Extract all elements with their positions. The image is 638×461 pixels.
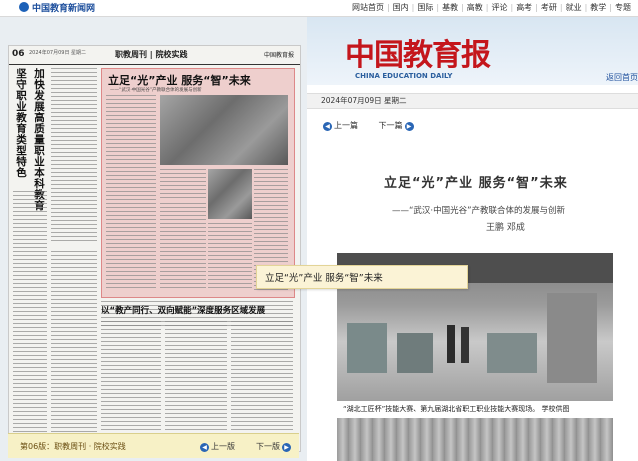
page-date: 2024年07月09日 星期二 <box>29 50 87 56</box>
banner-shape <box>547 293 597 383</box>
arrow-right-icon: ▶ <box>404 122 414 131</box>
nav-item[interactable]: 国内 <box>390 3 412 12</box>
page-footer: 第06版：职教周刊 · 院校实践 ◀ 上一版 下一版 ▶ <box>8 433 299 458</box>
article-photo <box>160 95 288 165</box>
article-text-block[interactable] <box>231 321 293 446</box>
nav-item[interactable]: 评论 <box>488 3 510 12</box>
next-page-button[interactable]: 下一版 ▶ <box>256 441 293 452</box>
page-column: 职教周刊 | 院校实践 <box>115 50 188 59</box>
article-photo-2 <box>208 169 252 219</box>
photo-caption: “湖北工匠杯”技能大赛、第九届湖北省职工职业技能大赛现场。 学校供图 <box>343 405 570 413</box>
masthead-title: 中国教育报 <box>345 38 491 73</box>
top-nav: 网站首页 | 国内 | 国际 | 基教 | 高教 | 评论 | 高考 | 考研 | 就业 | 教学 | 专题 <box>349 2 634 13</box>
article-text-block[interactable] <box>51 251 97 441</box>
article-text-block <box>208 223 252 291</box>
newspaper-page[interactable]: 06 2024年07月09日 星期二 职教周刊 | 院校实践 中国教育报 加快发… <box>8 45 301 452</box>
next-article-label: 下一篇 <box>378 121 403 130</box>
vertical-title-1[interactable]: 加快发展高质量职业本科教育 <box>33 68 45 211</box>
nav-item[interactable]: 高考 <box>513 3 535 12</box>
workstation-shape <box>487 333 537 373</box>
page-header: 06 2024年07月09日 星期二 职教周刊 | 院校实践 中国教育报 <box>9 46 300 65</box>
site-logo[interactable]: 中国教育新闻网 <box>19 1 95 14</box>
article-text-block[interactable] <box>13 191 47 441</box>
article-text-block <box>106 95 156 291</box>
highlighted-headline: 立足“光”产业 服务“智”未来 <box>108 74 251 87</box>
masthead-english: CHINA EDUCATION DAILY <box>355 72 453 80</box>
hover-tooltip: 立足“光”产业 服务“智”未来 <box>256 265 468 289</box>
article-text-block <box>160 203 206 291</box>
article-subtitle: ——“武汉·中国光谷”产教联合体的发展与创新 <box>392 206 566 216</box>
nav-item[interactable]: 就业 <box>563 3 585 12</box>
highlighted-article[interactable]: 立足“光”产业 服务“智”未来 ——“武汉·中国光谷”产教联合体的发展与创新 <box>101 68 295 298</box>
highlighted-subheadline: ——“武汉·中国光谷”产教联合体的发展与创新 <box>110 88 202 93</box>
person-shape <box>447 325 455 363</box>
article-text-block[interactable] <box>51 68 97 243</box>
workstation-shape <box>347 323 387 373</box>
issue-date: 2024年07月09日 星期二 <box>321 96 407 105</box>
page-number: 06 <box>12 49 25 59</box>
article-nav: ◀ 上一篇 下一篇 ▶ <box>321 120 416 131</box>
nav-item[interactable]: 高教 <box>464 3 486 12</box>
nav-item[interactable]: 国际 <box>414 3 436 12</box>
nav-item[interactable]: 教学 <box>587 3 609 12</box>
workstation-shape <box>397 333 433 373</box>
top-bar: 中国教育新闻网 网站首页 | 国内 | 国际 | 基教 | 高教 | 评论 | 高考 | 考研 | 就业 | 教学 |… <box>0 0 638 17</box>
arrow-left-icon: ◀ <box>200 443 209 452</box>
next-article-button[interactable]: 下一篇 ▶ <box>378 121 416 131</box>
article-title: 立足“光”产业 服务“智”未来 <box>384 176 568 191</box>
page-masthead: 中国教育报 <box>263 52 294 59</box>
arrow-left-icon: ◀ <box>323 122 332 131</box>
site-logo-text: 中国教育新闻网 <box>32 4 96 14</box>
next-page-label: 下一版 <box>256 442 280 451</box>
prev-article-button[interactable]: ◀ 上一篇 <box>321 121 358 131</box>
article-text-block[interactable] <box>165 321 227 446</box>
article-text-block <box>160 169 206 199</box>
prev-article-label: 上一篇 <box>334 121 358 130</box>
nav-item[interactable]: 基教 <box>439 3 461 12</box>
tooltip-text: 立足“光”产业 服务“智”未来 <box>265 273 383 284</box>
vertical-title-2[interactable]: 坚守职业教育类型特色 <box>15 68 27 178</box>
article-text-block[interactable] <box>101 321 161 446</box>
prev-page-button[interactable]: ◀ 上一版 <box>198 441 235 452</box>
person-shape <box>461 327 469 363</box>
nav-item[interactable]: 专题 <box>612 3 634 12</box>
nav-item[interactable]: 考研 <box>538 3 560 12</box>
page-footer-label: 第06版：职教周刊 · 院校实践 <box>20 442 126 451</box>
logo-icon <box>19 2 29 12</box>
nav-item[interactable]: 网站首页 <box>349 3 387 12</box>
arrow-right-icon: ▶ <box>282 443 291 452</box>
article-photo-2[interactable] <box>337 418 613 461</box>
back-home-link[interactable]: 返回首页 <box>606 72 638 83</box>
second-headline[interactable]: 以“教产同行、双向赋能”深度服务区域发展 <box>101 304 265 316</box>
prev-page-label: 上一版 <box>211 442 235 451</box>
article-authors: 王鹏 邓成 <box>486 223 525 233</box>
